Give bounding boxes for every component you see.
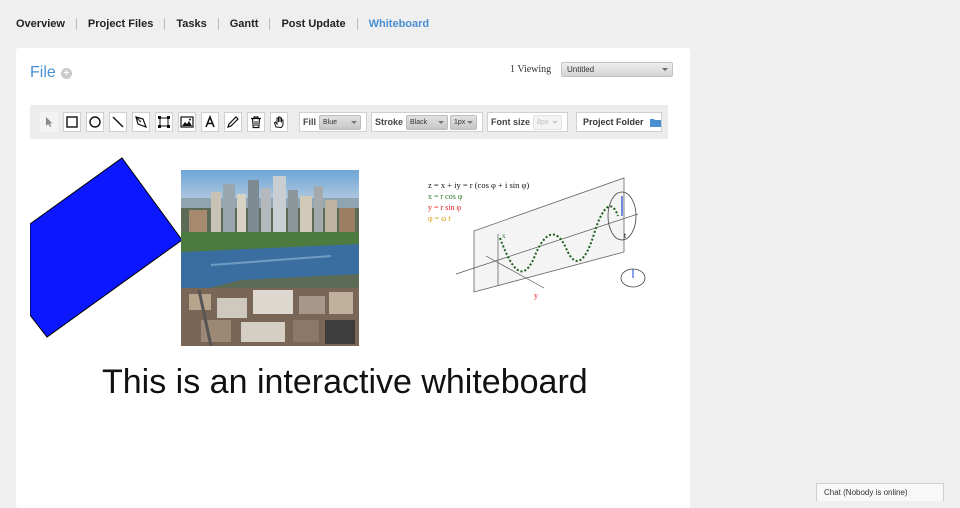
- rectangle-tool[interactable]: [63, 112, 81, 132]
- chevron-down-icon: [438, 120, 445, 124]
- font-size-group: Font size 8px: [487, 112, 569, 132]
- transform-tool[interactable]: [155, 112, 173, 132]
- formula-line-2: x = r cos φ: [428, 192, 463, 201]
- pencil-tool[interactable]: [224, 112, 242, 132]
- tab-post-update[interactable]: Post Update: [269, 18, 356, 30]
- pan-tool[interactable]: [270, 112, 288, 132]
- font-size-label: Font size: [491, 117, 531, 127]
- project-folder-label: Project Folder: [583, 117, 644, 127]
- chevron-down-icon: [467, 120, 474, 124]
- stroke-width-value: 1px: [454, 118, 466, 126]
- chevron-down-icon: [552, 120, 559, 124]
- viewing-count: 1 Viewing: [510, 64, 552, 75]
- trash-icon: [251, 116, 261, 129]
- complex-wave-diagram[interactable]: z = x + iy = r (cos φ + i sin φ) x = r c…: [426, 176, 648, 300]
- document-select[interactable]: Untitled: [561, 62, 673, 77]
- image-icon: [180, 116, 194, 128]
- font-size-select[interactable]: 8px: [533, 114, 563, 130]
- fill-group: Fill Blue: [299, 112, 367, 132]
- fill-label: Fill: [303, 117, 316, 127]
- line-icon: [112, 116, 124, 128]
- polygon-shape[interactable]: [30, 157, 183, 338]
- y-axis-label: y: [534, 291, 538, 300]
- font-size-value: 8px: [537, 118, 549, 126]
- chevron-down-icon: [351, 120, 357, 124]
- tab-whiteboard[interactable]: Whiteboard: [356, 18, 441, 30]
- text-icon: [205, 115, 215, 128]
- formula-line-1: z = x + iy = r (cos φ + i sin φ): [428, 180, 529, 190]
- x-axis-label: x: [502, 232, 506, 240]
- whiteboard-panel: File + 1 Viewing Untitled Fill Blue Stro…: [16, 48, 690, 508]
- chevron-down-icon: [662, 68, 668, 71]
- fill-select[interactable]: Blue: [319, 114, 361, 130]
- chat-bar[interactable]: Chat (Nobody is online): [816, 483, 944, 501]
- pen-icon: [135, 116, 148, 129]
- tab-project-files[interactable]: Project Files: [75, 18, 164, 30]
- hand-icon: [273, 116, 284, 129]
- fill-value: Blue: [323, 118, 338, 126]
- file-title: File: [30, 64, 56, 81]
- pointer-tool[interactable]: [40, 112, 58, 132]
- plane: [473, 177, 625, 293]
- whiteboard-text[interactable]: This is an interactive whiteboard: [102, 363, 588, 402]
- transform-icon: [158, 116, 170, 128]
- stroke-width-select[interactable]: 1px: [450, 114, 478, 130]
- stroke-color-select[interactable]: Black: [406, 114, 449, 130]
- blue-polygon[interactable]: [30, 148, 190, 348]
- project-folder-button[interactable]: Project Folder: [576, 112, 662, 132]
- tab-gantt[interactable]: Gantt: [217, 18, 270, 30]
- circle-tool[interactable]: [86, 112, 104, 132]
- add-file-icon[interactable]: +: [60, 67, 72, 79]
- folder-icon: [649, 118, 661, 127]
- stroke-label: Stroke: [375, 117, 404, 127]
- stroke-color-value: Black: [410, 118, 428, 126]
- whiteboard-canvas[interactable]: z = x + iy = r (cos φ + i sin φ) x = r c…: [30, 148, 670, 498]
- tab-overview[interactable]: Overview: [16, 18, 76, 30]
- circle-icon: [89, 116, 101, 128]
- formula-line-4: φ = ω t: [428, 214, 451, 223]
- tab-tasks[interactable]: Tasks: [164, 18, 217, 30]
- city-photo-drawing: [181, 170, 359, 346]
- city-photo[interactable]: [181, 170, 359, 346]
- formula-line-3: y = r sin φ: [428, 203, 462, 212]
- rectangle-icon: [66, 116, 78, 128]
- line-tool[interactable]: [109, 112, 127, 132]
- image-tool[interactable]: [178, 112, 196, 132]
- top-nav: Overview Project Files Tasks Gantt Post …: [0, 0, 960, 48]
- whiteboard-toolbar: Fill Blue Stroke Black 1px Font size 8px: [30, 105, 668, 139]
- stroke-group: Stroke Black 1px: [371, 112, 484, 132]
- text-tool[interactable]: [201, 112, 219, 132]
- delete-tool[interactable]: [247, 112, 265, 132]
- file-heading: File +: [30, 64, 72, 82]
- document-select-value: Untitled: [567, 65, 595, 74]
- pencil-icon: [227, 116, 239, 128]
- pointer-icon: [46, 117, 53, 127]
- pen-tool[interactable]: [132, 112, 150, 132]
